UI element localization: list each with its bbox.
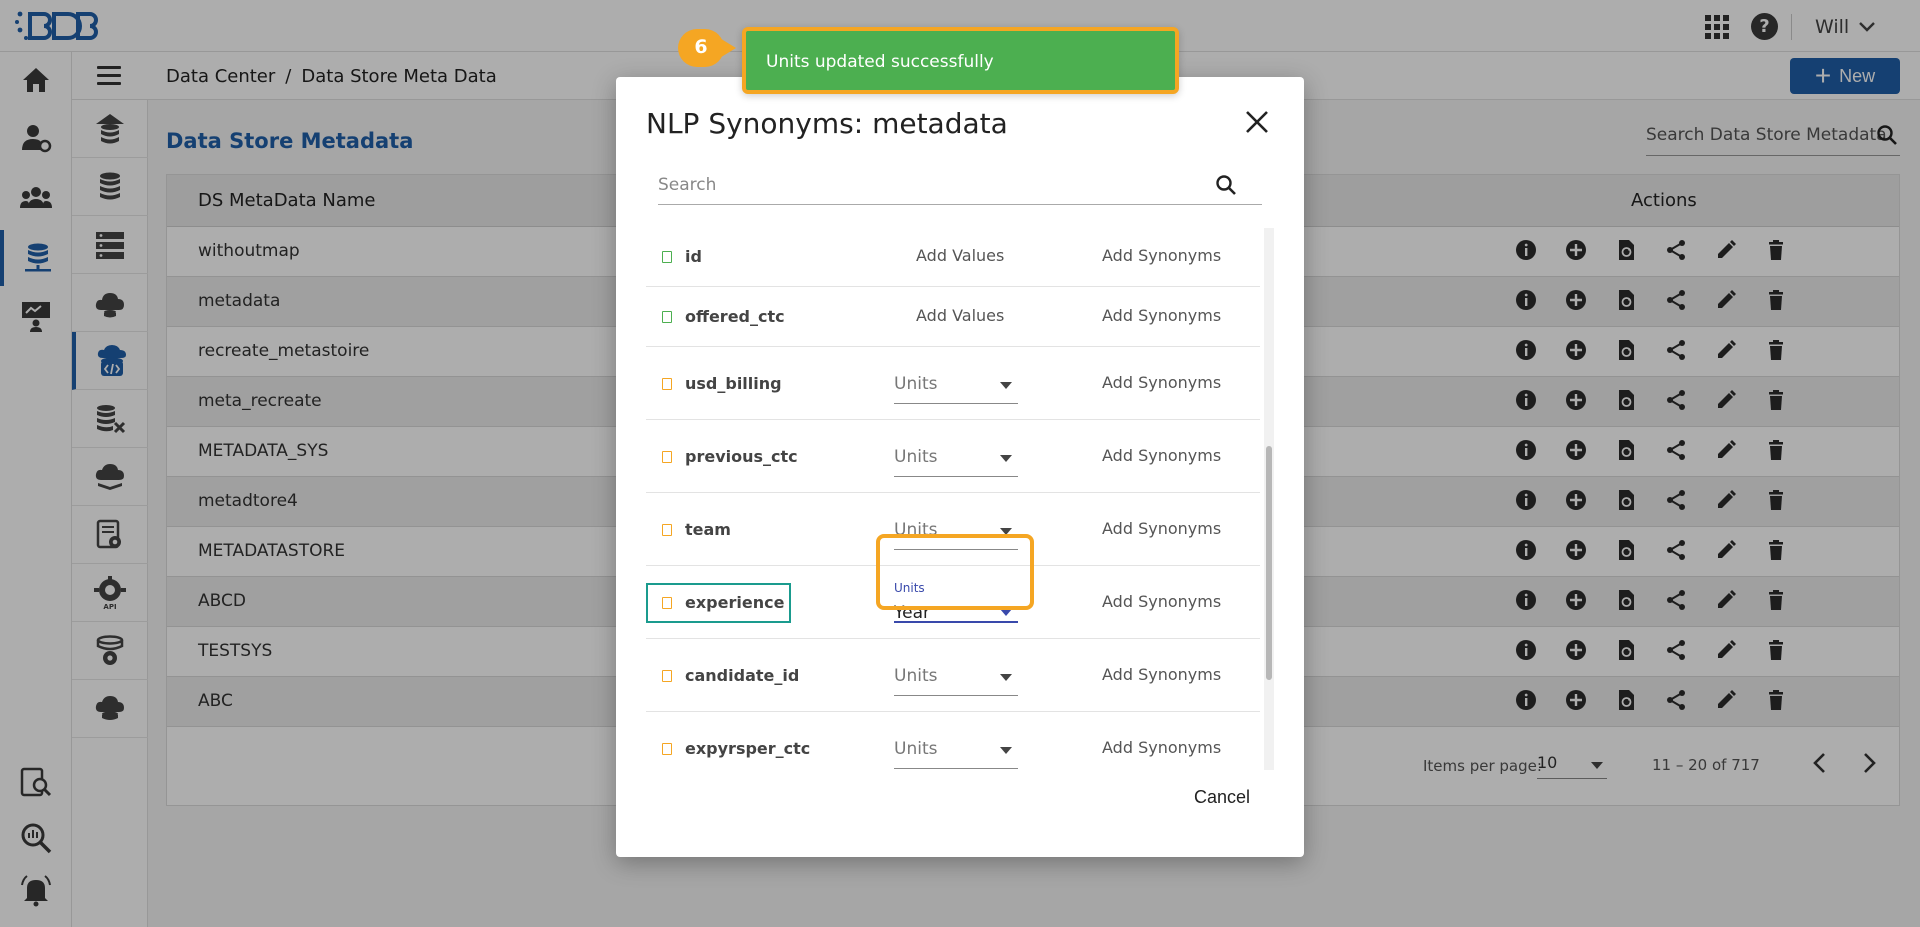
close-icon[interactable] [1244, 109, 1270, 135]
field-checkbox[interactable] [662, 450, 672, 463]
units-placeholder: Units [894, 373, 938, 394]
field-checkbox[interactable] [662, 669, 672, 682]
units-select[interactable]: Units [894, 441, 1018, 477]
field-row: id Add Values Add Synonyms [646, 227, 1260, 287]
dialog-title: NLP Synonyms: metadata [646, 107, 1008, 140]
units-select[interactable]: Units [894, 368, 1018, 404]
field-name: team [685, 519, 731, 539]
add-synonyms-link[interactable]: Add Synonyms [1102, 306, 1221, 325]
add-synonyms-link[interactable]: Add Synonyms [1102, 373, 1221, 392]
add-synonyms-link[interactable]: Add Synonyms [1102, 665, 1221, 684]
field-checkbox[interactable] [662, 311, 672, 323]
add-synonyms-link[interactable]: Add Synonyms [1102, 519, 1221, 538]
toast-message: Units updated successfully [766, 52, 994, 72]
scrollbar-thumb[interactable] [1266, 446, 1272, 680]
field-row: expyrsper_ctc Units Add Synonyms [646, 712, 1260, 769]
field-name: id [685, 247, 702, 266]
cancel-button[interactable]: Cancel [1194, 787, 1250, 808]
field-name: offered_ctc [685, 307, 785, 326]
nlp-synonyms-dialog: NLP Synonyms: metadata Search id Add Valu… [616, 77, 1304, 857]
dropdown-caret-icon [1000, 673, 1012, 681]
field-row: candidate_id Units Add Synonyms [646, 639, 1260, 712]
dropdown-caret-icon [1000, 746, 1012, 754]
field-checkbox[interactable] [662, 523, 672, 536]
field-name: candidate_id [685, 665, 800, 685]
units-placeholder: Units [894, 446, 938, 467]
field-list: id Add Values Add Synonyms offered_ctc Add V… [646, 227, 1274, 769]
field-list-scrollbar[interactable] [1264, 228, 1274, 770]
dropdown-caret-icon [1000, 454, 1012, 462]
field-row: usd_billing Units Add Synonyms [646, 347, 1260, 420]
units-select[interactable]: Units [894, 660, 1018, 696]
units-select[interactable]: Units [894, 733, 1018, 769]
field-name: usd_billing [685, 373, 782, 393]
field-row: offered_ctc Add Values Add Synonyms [646, 287, 1260, 347]
add-values-link[interactable]: Add Values [916, 306, 1004, 325]
dialog-search-placeholder: Search [658, 175, 717, 195]
search-icon[interactable] [1214, 173, 1238, 197]
units-placeholder: Units [894, 665, 938, 686]
field-name: previous_ctc [685, 446, 798, 466]
add-synonyms-link[interactable]: Add Synonyms [1102, 592, 1221, 611]
field-checkbox[interactable] [662, 742, 672, 755]
add-synonyms-link[interactable]: Add Synonyms [1102, 446, 1221, 465]
units-placeholder: Units [894, 738, 938, 759]
add-synonyms-link[interactable]: Add Synonyms [1102, 246, 1221, 265]
field-checkbox[interactable] [662, 251, 672, 263]
add-values-link[interactable]: Add Values [916, 246, 1004, 265]
dropdown-caret-icon [1000, 381, 1012, 389]
field-checkbox[interactable] [662, 377, 672, 390]
field-name: expyrsper_ctc [685, 738, 811, 758]
units-select-highlight [876, 534, 1034, 610]
dialog-search-input[interactable]: Search [658, 165, 1262, 205]
selected-field-highlight [646, 582, 791, 623]
step-badge: 6 [678, 29, 738, 67]
add-synonyms-link[interactable]: Add Synonyms [1102, 738, 1221, 757]
field-row: previous_ctc Units Add Synonyms [646, 420, 1260, 493]
step-number: 6 [694, 36, 708, 58]
success-toast: Units updated successfully [742, 27, 1179, 94]
